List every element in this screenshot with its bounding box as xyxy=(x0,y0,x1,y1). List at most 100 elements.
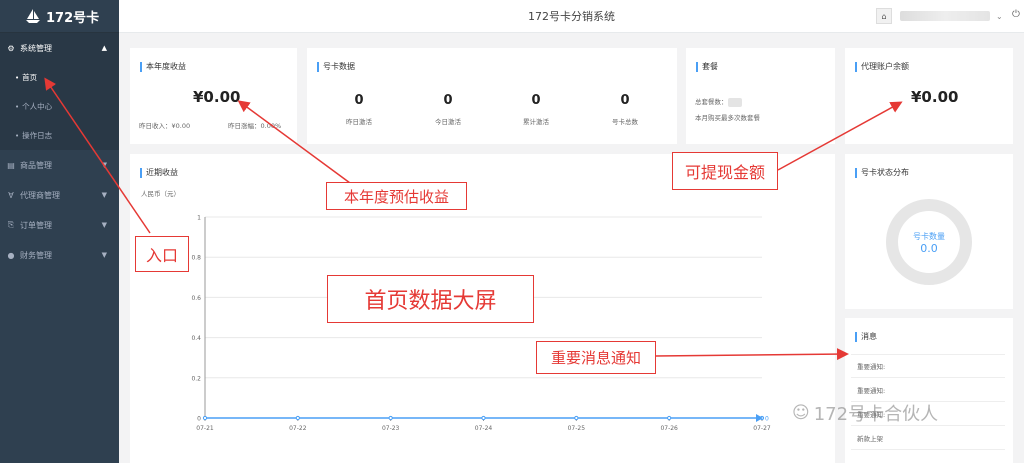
balance-value: ¥0.00 xyxy=(911,88,959,106)
stat-value: 0 xyxy=(620,93,630,108)
donut-center-label: 号卡数量 xyxy=(913,231,945,241)
sidebar-subitem-label: 操作日志 xyxy=(22,131,53,140)
stat-label: 号卡总数 xyxy=(612,118,638,126)
x-tick-label: 07-26 xyxy=(660,425,678,432)
x-tick-label: 07-27 xyxy=(753,425,771,432)
data-point xyxy=(481,415,486,421)
sidebar-item-label: 商品管理 xyxy=(20,160,52,170)
stat-total-activated: 0 累计激活 xyxy=(506,93,566,126)
watermark-text: 172号卡合伙人 xyxy=(813,404,939,425)
donut-center-value: 0.0 xyxy=(920,242,938,255)
money-icon: ● xyxy=(7,250,15,260)
sidebar-item-agents[interactable]: ∀ 代理商管理 ▼ xyxy=(0,180,119,210)
message-item[interactable]: 重要通知: xyxy=(851,378,1005,402)
y-tick-label: 0.4 xyxy=(191,335,201,342)
user-dropdown[interactable]: ⌄ xyxy=(900,8,1008,24)
x-tick-label: 07-22 xyxy=(289,425,307,432)
topbar: 172号卡分销系统 ⌂ ⌄ ⏻ xyxy=(119,0,1024,33)
annotation-entry: 入口 xyxy=(135,236,189,272)
sidebar: 172号卡 ⚙ 系统管理 ▲ • 首页 • 个人中心 • 操作日志 ▤ 商品管理… xyxy=(0,0,119,463)
package-total: 总套餐数： xyxy=(695,96,742,107)
system-submenu: • 首页 • 个人中心 • 操作日志 xyxy=(0,63,119,150)
gear-icon: ⚙ xyxy=(7,43,15,53)
stat-card-total: 0 号卡总数 xyxy=(595,93,655,126)
data-point xyxy=(388,415,393,421)
card-title: 号卡状态分布 xyxy=(855,168,909,178)
yesterday-rate: 昨日涨幅：0.00% xyxy=(228,122,282,130)
watermark: ☺ 172号卡合伙人 xyxy=(792,400,938,426)
y-tick-label: 0.2 xyxy=(191,375,201,382)
sidebar-item-finance[interactable]: ● 财务管理 ▼ xyxy=(0,240,119,270)
order-icon: ⎘ xyxy=(7,220,15,229)
annotation-notice: 重要消息通知 xyxy=(536,341,656,374)
caret-down-icon: ▼ xyxy=(101,161,107,169)
x-tick-label: 07-24 xyxy=(475,425,493,432)
sidebar-subitem-profile[interactable]: • 个人中心 xyxy=(0,92,119,121)
sidebar-item-label: 财务管理 xyxy=(20,250,52,260)
sidebar-subitem-label: 个人中心 xyxy=(22,102,53,111)
bullet-icon: • xyxy=(15,131,20,140)
sidebar-item-system[interactable]: ⚙ 系统管理 ▲ xyxy=(0,33,119,63)
stat-label: 今日激活 xyxy=(435,118,461,126)
end-value-label: 0 xyxy=(765,416,769,423)
stat-today-activated: 0 今日激活 xyxy=(418,93,478,126)
data-point xyxy=(667,415,672,421)
sidebar-subitem-label: 首页 xyxy=(22,73,38,82)
data-point xyxy=(202,415,208,421)
yesterday-income: 昨日收入：¥0.00 xyxy=(139,122,191,130)
blurred-value xyxy=(727,97,742,107)
card-title: 号卡数据 xyxy=(317,62,355,72)
caret-up-icon: ▲ xyxy=(101,44,107,52)
stat-yesterday-activated: 0 昨日激活 xyxy=(329,93,389,126)
home-icon: ⌂ xyxy=(881,11,887,21)
message-item[interactable]: 重要通知: xyxy=(851,354,1005,378)
annotation-annual-forecast: 本年度预估收益 xyxy=(326,182,467,210)
card-title: 套餐 xyxy=(696,62,718,72)
stat-value: 0 xyxy=(443,93,453,108)
logout-button[interactable]: ⏻ xyxy=(1012,9,1020,20)
stat-value: 0 xyxy=(354,93,364,108)
logo[interactable]: 172号卡 xyxy=(0,0,119,33)
annual-income-value: ¥0.00 xyxy=(193,88,241,106)
wechat-icon: ☺ xyxy=(792,403,810,423)
book-icon: ▤ xyxy=(7,160,15,170)
home-button[interactable]: ⌂ xyxy=(876,8,892,24)
status-donut-chart: 号卡数量 0.0 xyxy=(886,199,972,285)
message-item[interactable]: 新款上架 xyxy=(851,426,1005,450)
logo-text: 172号卡 xyxy=(46,10,100,26)
annotation-withdrawable: 可提现金额 xyxy=(672,152,778,190)
package-card: 套餐 总套餐数： 本月购买最多次数套餐 xyxy=(686,48,835,144)
bullet-icon: • xyxy=(15,73,20,82)
power-icon: ⏻ xyxy=(1012,9,1020,20)
annual-income-card: 本年度收益 ¥0.00 昨日收入：¥0.00 昨日涨幅：0.00% xyxy=(130,48,297,144)
sidebar-item-label: 订单管理 xyxy=(20,220,52,230)
data-point xyxy=(295,415,300,421)
annotation-dashboard: 首页数据大屏 xyxy=(327,275,534,323)
chevron-down-icon: ⌄ xyxy=(996,11,1003,21)
y-tick-label: 0.8 xyxy=(191,255,201,262)
sidebar-subitem-home[interactable]: • 首页 xyxy=(0,63,119,92)
messages-card: 消息 重要通知: 重要通知: 重要通知: 新款上架 xyxy=(845,318,1013,463)
caret-down-icon: ▼ xyxy=(101,221,107,229)
x-tick-label: 07-23 xyxy=(382,425,400,432)
sidebar-item-label: 系统管理 xyxy=(20,43,52,53)
data-point xyxy=(574,415,579,421)
sidebar-subitem-logs[interactable]: • 操作日志 xyxy=(0,121,119,150)
sidebar-item-products[interactable]: ▤ 商品管理 ▼ xyxy=(0,150,119,180)
sidebar-item-label: 代理商管理 xyxy=(20,190,60,200)
package-monthly-note: 本月购买最多次数套餐 xyxy=(695,114,760,122)
sidebar-item-orders[interactable]: ⎘ 订单管理 ▼ xyxy=(0,210,119,240)
bullet-icon: • xyxy=(15,102,20,111)
caret-down-icon: ▼ xyxy=(101,251,107,259)
stat-label: 累计激活 xyxy=(523,118,549,126)
agent-icon: ∀ xyxy=(8,190,14,200)
card-title: 代理账户余额 xyxy=(855,62,909,72)
x-tick-label: 07-21 xyxy=(196,425,214,432)
blurred-username xyxy=(900,11,990,21)
card-status-card: 号卡状态分布 号卡数量 0.0 xyxy=(845,154,1013,309)
stat-label: 昨日激活 xyxy=(346,118,372,126)
card-data-card: 号卡数据 0 昨日激活 0 今日激活 0 累计激活 0 号卡总数 xyxy=(307,48,677,144)
y-tick-label: 0.6 xyxy=(191,295,201,302)
balance-card: 代理账户余额 ¥0.00 xyxy=(845,48,1013,144)
card-title: 本年度收益 xyxy=(140,62,186,72)
